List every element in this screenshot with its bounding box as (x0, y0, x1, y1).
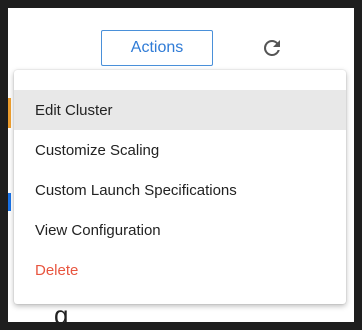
left-accent-bar (8, 98, 11, 128)
menu-item-edit-cluster[interactable]: Edit Cluster (14, 90, 346, 130)
actions-dropdown-menu: Edit Cluster Customize Scaling Custom La… (14, 70, 346, 304)
refresh-icon[interactable] (258, 34, 286, 62)
menu-item-customize-scaling[interactable]: Customize Scaling (14, 130, 346, 170)
menu-item-view-configuration[interactable]: View Configuration (14, 210, 346, 250)
menu-item-custom-launch-specifications[interactable]: Custom Launch Specifications (14, 170, 346, 210)
menu-item-delete[interactable]: Delete (14, 250, 346, 290)
actions-button[interactable]: Actions (101, 30, 213, 66)
page-frame: Actions g Edit Cluster Customize Scaling… (8, 8, 354, 322)
left-accent-bar-blue (8, 193, 11, 211)
